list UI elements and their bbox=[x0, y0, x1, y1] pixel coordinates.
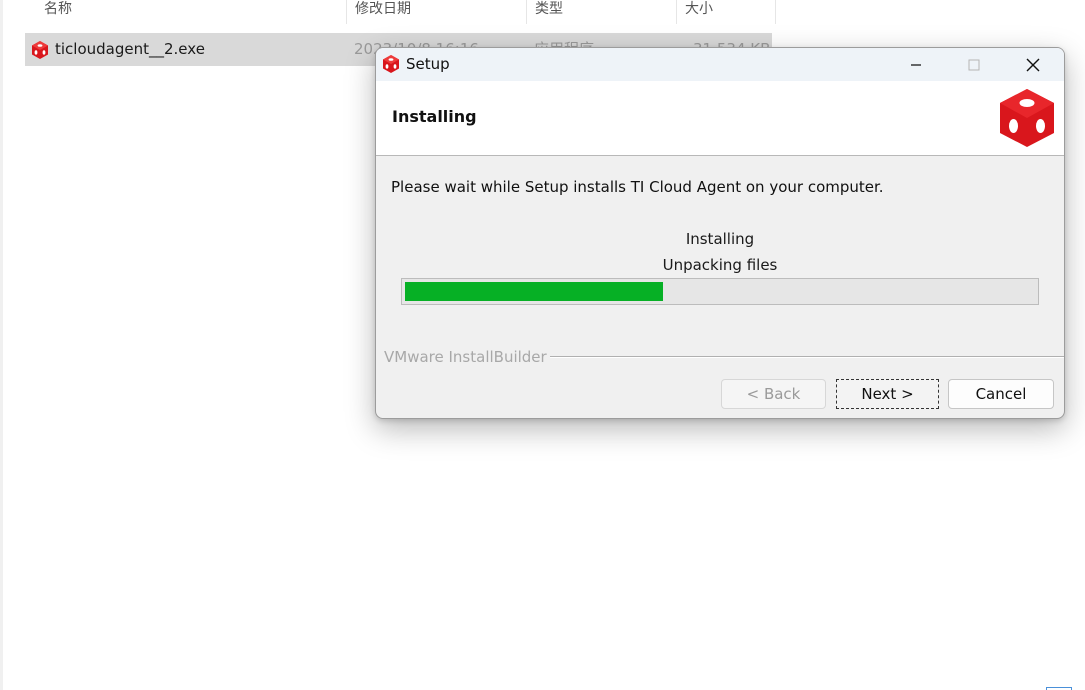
column-header-type[interactable]: 类型 bbox=[526, 0, 676, 24]
back-button[interactable]: < Back bbox=[721, 379, 826, 409]
column-header-size[interactable]: 大小 bbox=[676, 0, 776, 24]
brand-divider bbox=[550, 356, 1064, 357]
next-button[interactable]: Next > bbox=[836, 379, 939, 409]
status-detail: Unpacking files bbox=[662, 256, 778, 274]
progress-bar bbox=[401, 278, 1039, 305]
explorer-left-edge bbox=[0, 0, 3, 690]
wizard-header: Installing bbox=[376, 81, 1064, 156]
app-cube-icon bbox=[1000, 89, 1054, 147]
minimize-icon[interactable] bbox=[893, 48, 939, 81]
maximize-icon[interactable] bbox=[951, 48, 997, 81]
progress-bar-fill bbox=[405, 282, 663, 301]
dialog-title: Setup bbox=[406, 55, 450, 73]
column-header-name[interactable]: 名称 bbox=[36, 0, 346, 24]
setup-dialog: Setup Installing Please wait while Setup… bbox=[375, 47, 1065, 419]
dialog-titlebar[interactable]: Setup bbox=[376, 48, 1064, 81]
app-cube-icon bbox=[383, 55, 399, 73]
installer-brand: VMware InstallBuilder bbox=[384, 348, 547, 366]
app-cube-icon bbox=[32, 41, 48, 59]
file-name: ticloudagent__2.exe bbox=[55, 40, 205, 58]
column-header-modified[interactable]: 修改日期 bbox=[346, 0, 526, 24]
status-title: Installing bbox=[685, 230, 755, 248]
page-title: Installing bbox=[392, 107, 477, 126]
close-icon[interactable] bbox=[1010, 48, 1056, 81]
install-message: Please wait while Setup installs TI Clou… bbox=[391, 178, 884, 196]
cancel-button[interactable]: Cancel bbox=[948, 379, 1054, 409]
